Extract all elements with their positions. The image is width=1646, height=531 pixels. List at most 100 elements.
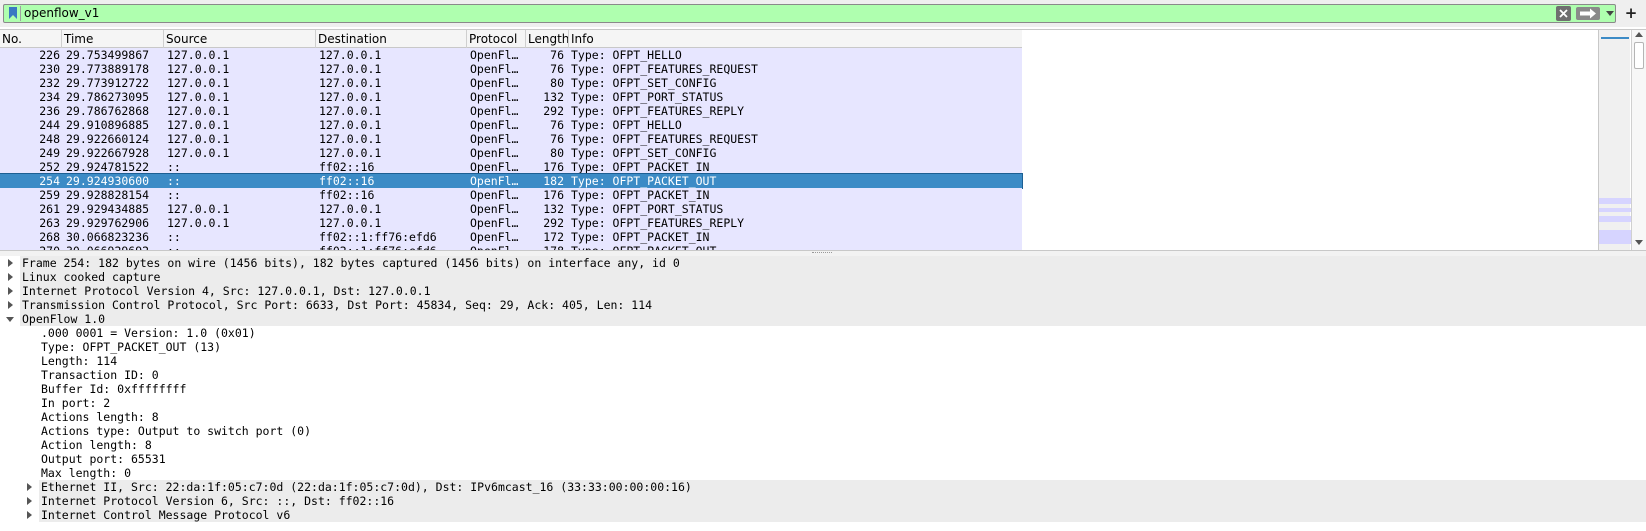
packet-destination: 127.0.0.1	[319, 202, 382, 216]
packet-destination: 127.0.0.1	[319, 146, 382, 160]
packet-time: 30.066929692	[66, 244, 150, 251]
packet-row[interactable]: 261 29.929434885 127.0.0.1 127.0.0.1 OpenFl……	[0, 202, 1022, 216]
detail-field[interactable]: Actions type: Output to switch port (0)	[0, 424, 1646, 438]
packet-row[interactable]: 263 29.929762906 127.0.0.1 127.0.0.1 OpenFl……	[0, 216, 1022, 230]
scroll-up-icon[interactable]	[1635, 32, 1643, 37]
packet-time: 29.924781522	[66, 160, 150, 174]
detail-text: OpenFlow 1.0	[20, 312, 1646, 326]
detail-field[interactable]: Length: 114	[0, 354, 1646, 368]
packet-row[interactable]: 259 29.928828154:: ff02::16 OpenFl… 176 Type:…	[0, 188, 1022, 202]
detail-text: .000 0001 = Version: 1.0 (0x01)	[41, 326, 256, 340]
packet-destination: ff02::1:ff76:efd6	[319, 244, 437, 251]
detail-tree-node[interactable]: Transmission Control Protocol, Src Port:…	[0, 298, 1646, 312]
packet-protocol: OpenFl…	[470, 244, 519, 251]
packet-number: 252	[39, 160, 60, 174]
packet-length: 132	[543, 202, 564, 216]
collapsed-arrow-icon[interactable]	[25, 497, 33, 505]
detail-field[interactable]: Max length: 0	[0, 466, 1646, 480]
packet-length: 76	[550, 118, 564, 132]
detail-tree-node[interactable]: Ethernet II, Src: 22:da:1f:05:c7:0d (22:…	[0, 480, 1646, 494]
packet-length: 292	[543, 104, 564, 118]
display-filter-toolbar: +	[0, 0, 1646, 27]
detail-tree-node[interactable]: Frame 254: 182 bytes on wire (1456 bits)…	[0, 256, 1646, 270]
packet-protocol: OpenFl…	[470, 76, 519, 90]
packet-row[interactable]: 226 29.753499867 127.0.0.1 127.0.0.1 OpenFl……	[0, 48, 1022, 62]
packet-row[interactable]: 244 29.910896885 127.0.0.1 127.0.0.1 OpenFl……	[0, 118, 1022, 132]
packet-protocol: OpenFl…	[470, 174, 519, 188]
packet-protocol: OpenFl…	[470, 160, 519, 174]
column-header-info[interactable]: Info	[569, 30, 1022, 48]
packet-minimap[interactable]	[1598, 30, 1631, 250]
detail-tree-node[interactable]: Internet Control Message Protocol v6	[0, 508, 1646, 522]
collapsed-arrow-icon[interactable]	[6, 273, 14, 281]
scroll-down-icon[interactable]	[1635, 240, 1643, 245]
packet-protocol: OpenFl…	[470, 230, 519, 244]
packet-source: ::	[167, 160, 181, 174]
packet-protocol: OpenFl…	[470, 62, 519, 76]
column-header-source[interactable]: Source	[164, 30, 316, 48]
add-filter-button[interactable]: +	[1622, 3, 1640, 23]
collapsed-arrow-icon[interactable]	[6, 301, 14, 309]
detail-text: Internet Protocol Version 6, Src: ::, Ds…	[39, 494, 1646, 508]
packet-protocol: OpenFl…	[470, 216, 519, 230]
filter-bookmark-button[interactable]	[5, 6, 21, 21]
detail-text: Max length: 0	[41, 466, 132, 480]
packet-row[interactable]: 268 30.066823236:: ff02::1:ff76:efd6 OpenFl…	[0, 230, 1022, 244]
packet-info: Type: OFPT_HELLO	[571, 48, 682, 62]
detail-field[interactable]: Actions length: 8	[0, 410, 1646, 424]
packet-time: 29.924930600	[66, 174, 150, 188]
packet-number: 268	[39, 230, 60, 244]
packet-row[interactable]: 232 29.773912722 127.0.0.1 127.0.0.1 OpenFl……	[0, 76, 1022, 90]
detail-field[interactable]: Type: OFPT_PACKET_OUT (13)	[0, 340, 1646, 354]
column-header-no[interactable]: No.	[0, 30, 62, 48]
packet-row[interactable]: 270 30.066929692:: ff02::1:ff76:efd6 OpenFl…	[0, 244, 1022, 251]
packet-source: 127.0.0.1	[167, 48, 230, 62]
detail-field[interactable]: In port: 2	[0, 396, 1646, 410]
collapsed-arrow-icon[interactable]	[6, 259, 14, 267]
scroll-thumb[interactable]	[1634, 42, 1644, 69]
arrow-right-icon	[1580, 8, 1596, 19]
detail-tree-node[interactable]: OpenFlow 1.0	[0, 312, 1646, 326]
collapsed-arrow-icon[interactable]	[25, 511, 33, 519]
column-header-destination[interactable]: Destination	[316, 30, 467, 48]
packet-length: 132	[543, 90, 564, 104]
column-header-protocol[interactable]: Protocol	[467, 30, 526, 48]
detail-field[interactable]: .000 0001 = Version: 1.0 (0x01)	[0, 326, 1646, 340]
display-filter-input[interactable]	[24, 5, 1554, 22]
splitter-grip	[812, 252, 832, 254]
detail-text: Output port: 65531	[41, 452, 166, 466]
detail-text: Transaction ID: 0	[41, 368, 159, 382]
packet-row-selected[interactable]: 254 29.924930600:: ff02::16 OpenFl… 182 Type:…	[0, 173, 1023, 189]
collapsed-arrow-icon[interactable]	[25, 483, 33, 491]
recent-filters-dropdown[interactable]	[1604, 6, 1616, 21]
packet-row[interactable]: 252 29.924781522:: ff02::16 OpenFl… 176 Type:…	[0, 160, 1022, 174]
chevron-down-icon	[1606, 11, 1614, 16]
detail-tree-node[interactable]: Internet Protocol Version 6, Src: ::, Ds…	[0, 494, 1646, 508]
detail-field[interactable]: Transaction ID: 0	[0, 368, 1646, 382]
detail-text: Type: OFPT_PACKET_OUT (13)	[41, 340, 222, 354]
detail-text: Transmission Control Protocol, Src Port:…	[20, 298, 1646, 312]
detail-field[interactable]: Buffer Id: 0xffffffff	[0, 382, 1646, 396]
packet-protocol: OpenFl…	[470, 90, 519, 104]
detail-tree-node[interactable]: Linux cooked capture	[0, 270, 1646, 284]
packet-row[interactable]: 230 29.773889178 127.0.0.1 127.0.0.1 OpenFl……	[0, 62, 1022, 76]
packet-list-scrollbar[interactable]	[1631, 30, 1646, 250]
packet-length: 172	[543, 230, 564, 244]
packet-row[interactable]: 234 29.786273095 127.0.0.1 127.0.0.1 OpenFl……	[0, 90, 1022, 104]
minimap-band	[1599, 198, 1631, 204]
packet-number: 254	[39, 174, 60, 188]
packet-row[interactable]: 249 29.922667928 127.0.0.1 127.0.0.1 OpenFl……	[0, 146, 1022, 160]
column-header-length[interactable]: Length	[526, 30, 569, 48]
packet-time: 29.786762868	[66, 104, 150, 118]
apply-filter-button[interactable]	[1576, 7, 1600, 20]
expanded-arrow-icon[interactable]	[6, 315, 14, 323]
packet-number: 248	[39, 132, 60, 146]
detail-field[interactable]: Action length: 8	[0, 438, 1646, 452]
packet-row[interactable]: 236 29.786762868 127.0.0.1 127.0.0.1 OpenFl……	[0, 104, 1022, 118]
clear-filter-button[interactable]	[1556, 6, 1571, 21]
detail-field[interactable]: Output port: 65531	[0, 452, 1646, 466]
packet-row[interactable]: 248 29.922660124 127.0.0.1 127.0.0.1 OpenFl……	[0, 132, 1022, 146]
column-header-time[interactable]: Time	[62, 30, 164, 48]
detail-tree-node[interactable]: Internet Protocol Version 4, Src: 127.0.…	[0, 284, 1646, 298]
collapsed-arrow-icon[interactable]	[6, 287, 14, 295]
